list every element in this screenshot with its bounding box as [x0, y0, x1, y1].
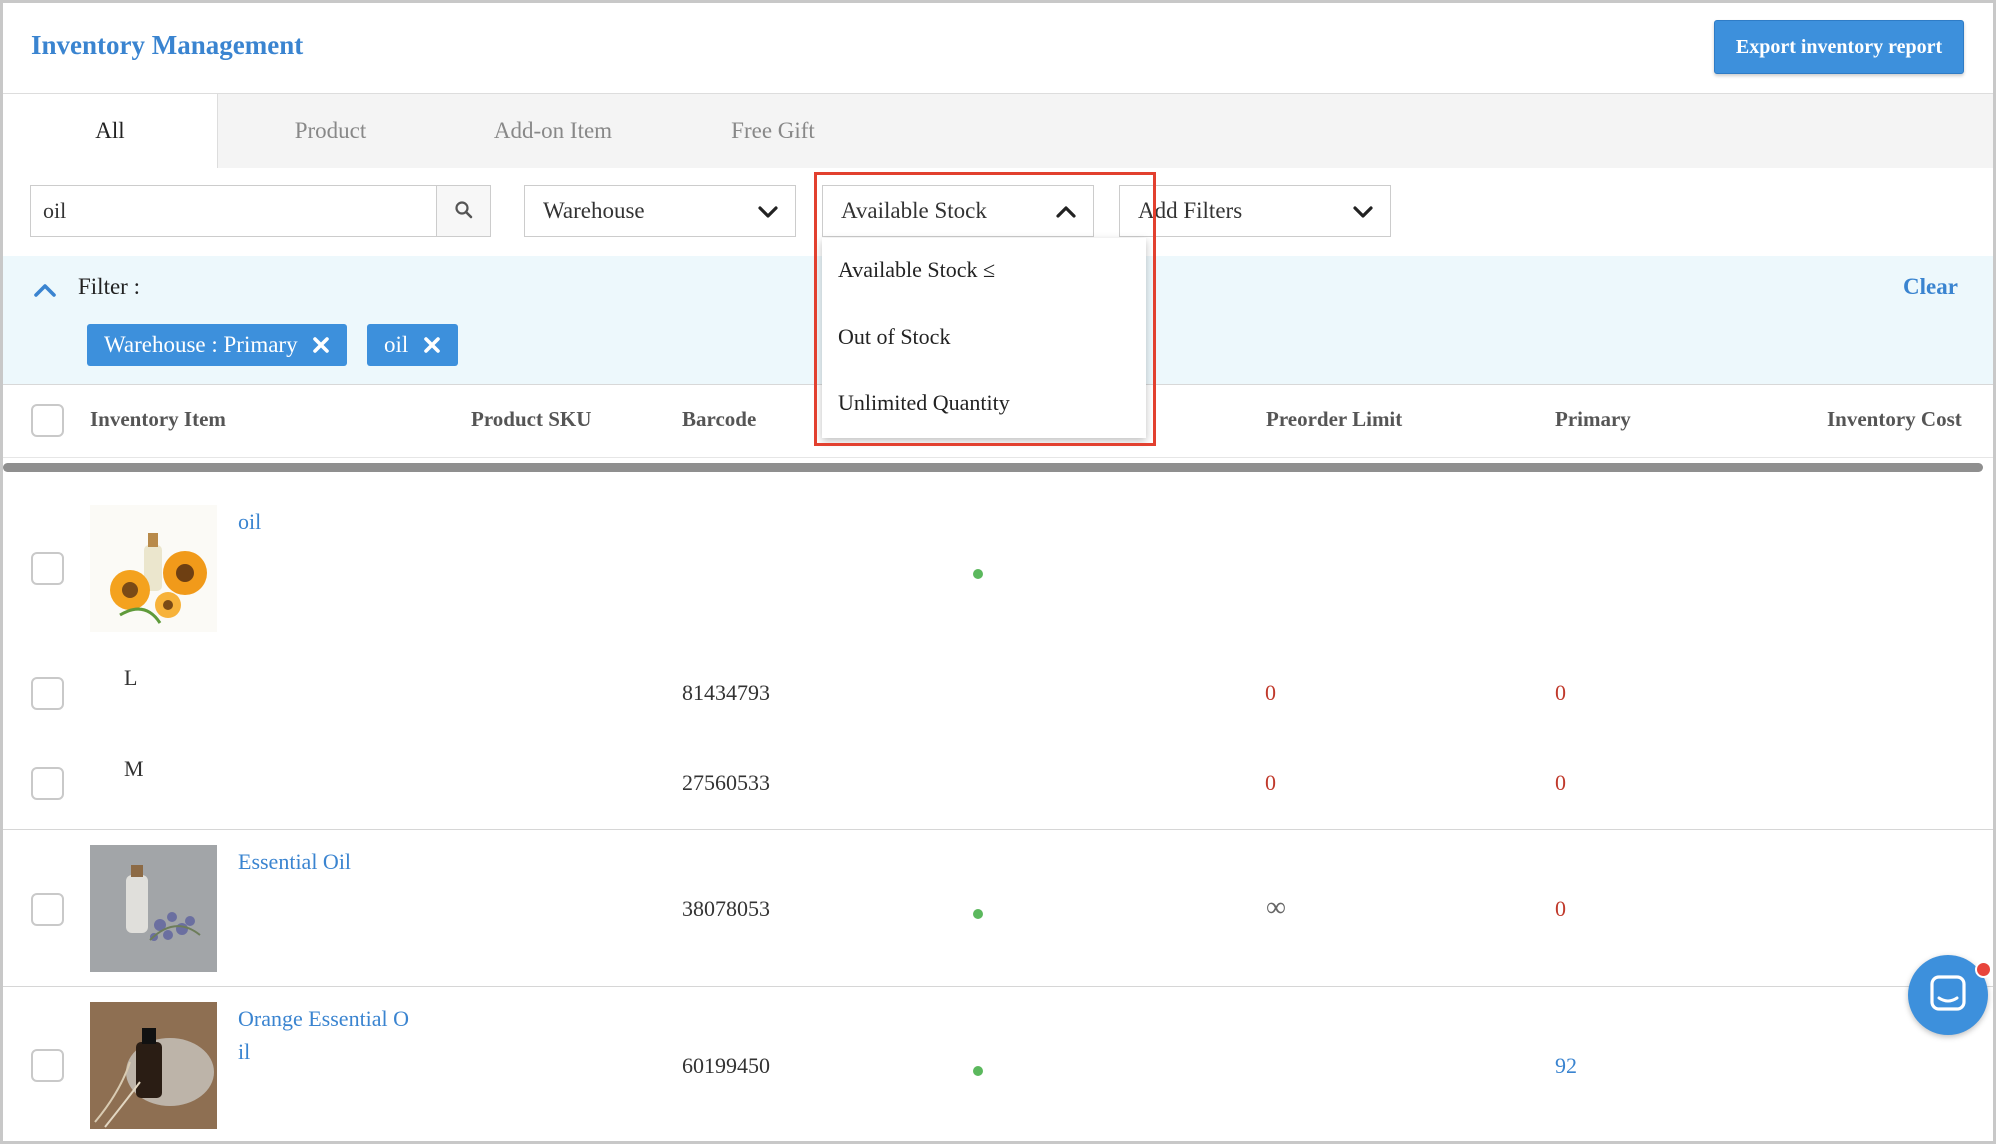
warehouse-select-label: Warehouse: [543, 198, 645, 223]
tab-free-gift[interactable]: Free Gift: [693, 94, 853, 168]
export-inventory-report-button[interactable]: Export inventory report: [1714, 20, 1964, 74]
filter-chip-label: Warehouse : Primary: [104, 332, 298, 357]
status-dot: [973, 569, 983, 579]
barcode-value: 38078053: [682, 896, 770, 921]
status-dot: [973, 1066, 983, 1076]
product-thumbnail: [90, 845, 217, 972]
column-inventory-cost[interactable]: Inventory Cost: [1827, 407, 1962, 432]
filter-chip-search[interactable]: oil: [367, 324, 459, 366]
chevron-down-icon: [1353, 206, 1373, 218]
row-checkbox[interactable]: [31, 552, 64, 585]
clear-filters-link[interactable]: Clear: [1903, 274, 1958, 300]
variant-name: L: [124, 665, 138, 690]
barcode-value: 27560533: [682, 770, 770, 795]
primary-stock-value[interactable]: 0: [1555, 680, 1566, 706]
preorder-limit-value[interactable]: 0: [1265, 680, 1276, 706]
barcode-value: 60199450: [682, 1053, 770, 1078]
chevron-down-icon: [758, 206, 778, 218]
product-name-link[interactable]: Orange Essential O: [238, 1006, 409, 1032]
horizontal-scrollbar[interactable]: [3, 463, 1983, 472]
row-checkbox[interactable]: [31, 1049, 64, 1082]
chevron-up-icon: [1056, 206, 1076, 218]
select-all-checkbox[interactable]: [31, 404, 64, 437]
search-button[interactable]: [436, 185, 491, 237]
filter-chip-warehouse[interactable]: Warehouse : Primary: [87, 324, 348, 366]
window-frame: [0, 0, 1996, 1144]
column-inventory-item[interactable]: Inventory Item: [90, 407, 226, 432]
tab-add-on-item[interactable]: Add-on Item: [468, 94, 638, 168]
variant-name: M: [124, 756, 144, 781]
product-name-link-continued[interactable]: il: [238, 1039, 250, 1065]
tab-all[interactable]: All: [3, 94, 218, 168]
status-dot: [973, 909, 983, 919]
available-stock-select[interactable]: Available Stock: [822, 185, 1094, 237]
menu-item-out-of-stock[interactable]: Out of Stock: [838, 324, 950, 350]
row-divider: [3, 829, 1993, 830]
add-filters-select[interactable]: Add Filters: [1119, 185, 1391, 237]
oil-flowers-image: [90, 505, 217, 632]
preorder-limit-value[interactable]: ∞: [1266, 892, 1286, 924]
tab-bar: All Product Add-on Item Free Gift: [3, 94, 1993, 168]
search-icon: [454, 200, 472, 218]
close-icon[interactable]: [311, 335, 331, 355]
product-thumbnail: [90, 1002, 217, 1129]
barcode-value: 81434793: [682, 680, 770, 705]
row-checkbox[interactable]: [31, 767, 64, 800]
filter-chip-label: oil: [384, 332, 409, 357]
page-title: Inventory Management: [31, 30, 304, 60]
primary-stock-value[interactable]: 0: [1555, 770, 1566, 796]
preorder-limit-value[interactable]: 0: [1265, 770, 1276, 796]
chevron-up-icon[interactable]: [33, 282, 57, 298]
product-thumbnail: [90, 505, 217, 632]
page-header: Inventory Management Export inventory re…: [3, 3, 1993, 94]
orange-essential-oil-image: [90, 1002, 217, 1129]
column-product-sku[interactable]: Product SKU: [471, 407, 591, 432]
essential-oil-image: [90, 845, 217, 972]
available-stock-select-label: Available Stock: [841, 198, 987, 223]
column-primary[interactable]: Primary: [1555, 407, 1631, 432]
notification-dot: [1975, 961, 1992, 978]
tab-product[interactable]: Product: [243, 94, 418, 168]
row-checkbox[interactable]: [31, 677, 64, 710]
available-stock-dropdown-menu: Available Stock ≤ Out of Stock Unlimited…: [822, 238, 1146, 438]
primary-stock-value[interactable]: 92: [1555, 1053, 1577, 1079]
column-preorder-limit[interactable]: Preorder Limit: [1266, 407, 1402, 432]
product-name-link[interactable]: oil: [238, 509, 261, 535]
search-input[interactable]: [30, 185, 436, 237]
product-name-link[interactable]: Essential Oil: [238, 849, 351, 875]
close-icon[interactable]: [422, 335, 442, 355]
warehouse-select[interactable]: Warehouse: [524, 185, 796, 237]
row-checkbox[interactable]: [31, 893, 64, 926]
add-filters-select-label: Add Filters: [1138, 198, 1243, 223]
row-divider: [3, 986, 1993, 987]
menu-item-unlimited-quantity[interactable]: Unlimited Quantity: [838, 390, 1010, 416]
primary-stock-value[interactable]: 0: [1555, 896, 1566, 922]
column-barcode[interactable]: Barcode: [682, 407, 756, 432]
menu-item-available-stock-le[interactable]: Available Stock ≤: [838, 257, 995, 283]
filter-label: Filter :: [78, 274, 140, 299]
